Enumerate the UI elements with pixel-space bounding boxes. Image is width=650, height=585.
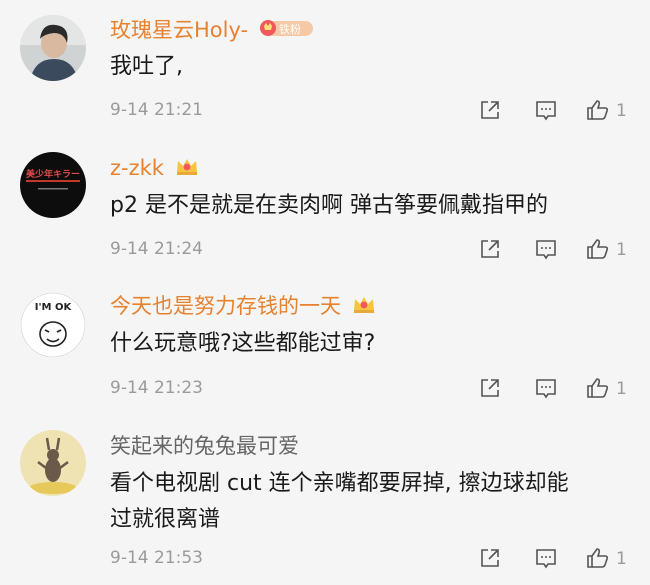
- like-button[interactable]: 1: [586, 546, 636, 572]
- share-icon: [481, 549, 499, 567]
- timestamp: 9-14 21:53: [110, 548, 203, 568]
- timestamp: 9-14 21:23: [110, 378, 203, 398]
- avatar[interactable]: I'M OK: [20, 292, 86, 358]
- share-button[interactable]: [478, 546, 504, 572]
- rabbit-figure-avatar: [20, 430, 86, 496]
- comment-text: 我吐了,: [110, 49, 183, 85]
- person-photo-icon: [20, 15, 86, 81]
- comment-icon: [536, 549, 556, 569]
- vip-crown-badge: [175, 155, 199, 183]
- reply-button[interactable]: [534, 237, 560, 263]
- like-count: 1: [616, 549, 627, 569]
- svg-text:美少年キラー: 美少年キラー: [26, 168, 80, 180]
- like-button[interactable]: 1: [586, 376, 636, 402]
- username-text[interactable]: 玫瑰星云Holy-: [110, 18, 248, 42]
- timestamp: 9-14 21:21: [110, 100, 203, 120]
- like-button[interactable]: 1: [586, 98, 636, 124]
- comment-text-line: p2 是不是就是在卖肉啊 弹古筝要佩戴指甲的: [110, 193, 548, 218]
- username[interactable]: 笑起来的兔兔最可爱: [110, 432, 299, 460]
- svg-text:I'M OK: I'M OK: [35, 302, 73, 313]
- comment-text: 什么玩意哦?这些都能过审?: [110, 326, 375, 362]
- avatar[interactable]: 美少年キラー: [20, 152, 86, 218]
- share-button[interactable]: [478, 376, 504, 402]
- share-icon: [481, 101, 499, 119]
- username[interactable]: 玫瑰星云Holy- 铁粉: [110, 16, 315, 45]
- share-button[interactable]: [478, 237, 504, 263]
- share-icon: [481, 379, 499, 397]
- comment-icon: [536, 101, 556, 121]
- thumbs-up-icon: [587, 239, 609, 259]
- like-count: 1: [616, 240, 627, 260]
- comment-text: p2 是不是就是在卖肉啊 弹古筝要佩戴指甲的: [110, 188, 548, 224]
- like-count: 1: [616, 379, 627, 399]
- comment-icon: [536, 379, 556, 399]
- comment-text-line: 看个电视剧 cut 连个亲嘴都要屏掉, 擦边球却能: [110, 471, 569, 496]
- username-text[interactable]: z-zkk: [110, 156, 164, 180]
- username[interactable]: 今天也是努力存钱的一天: [110, 292, 376, 321]
- timestamp: 9-14 21:24: [110, 239, 203, 259]
- fan-badge: 铁粉: [259, 17, 315, 45]
- vip-crown-badge: [352, 293, 376, 321]
- comment-feed: 玫瑰星云Holy- 铁粉 我吐了, 9-14 21:21 1 美少年キラー z-…: [0, 0, 650, 585]
- comment-icon: [536, 240, 556, 260]
- comment-meta: 9-14 21:23 1: [110, 374, 630, 402]
- comment-text-line: 过就很离谱: [110, 507, 221, 532]
- thumbs-up-icon: [587, 548, 609, 568]
- like-count: 1: [616, 101, 627, 121]
- avatar[interactable]: [20, 15, 86, 81]
- svg-text:铁粉: 铁粉: [279, 23, 301, 36]
- avatar[interactable]: [20, 430, 86, 496]
- comment-meta: 9-14 21:21 1: [110, 96, 630, 124]
- thumbs-up-icon: [587, 100, 609, 120]
- black-logo-avatar: 美少年キラー: [20, 152, 86, 218]
- reply-button[interactable]: [534, 376, 560, 402]
- thumbs-up-icon: [587, 378, 609, 398]
- meme-face-avatar: I'M OK: [20, 292, 86, 358]
- reply-button[interactable]: [534, 546, 560, 572]
- comment-meta: 9-14 21:24 1: [110, 235, 630, 263]
- comment-text: 看个电视剧 cut 连个亲嘴都要屏掉, 擦边球却能 过就很离谱: [110, 466, 569, 538]
- reply-button[interactable]: [534, 98, 560, 124]
- crown-icon: [353, 297, 374, 313]
- comment-meta: 9-14 21:53 1: [110, 544, 630, 572]
- fan-badge-icon: 铁粉: [259, 20, 313, 36]
- crown-icon: [176, 159, 197, 175]
- comment-text-line: 什么玩意哦?这些都能过审?: [110, 331, 376, 356]
- comment-text-line: 我吐了,: [110, 54, 183, 79]
- username-text[interactable]: 今天也是努力存钱的一天: [110, 294, 341, 318]
- username-text[interactable]: 笑起来的兔兔最可爱: [110, 434, 299, 458]
- username[interactable]: z-zkk: [110, 154, 199, 183]
- like-button[interactable]: 1: [586, 237, 636, 263]
- share-button[interactable]: [478, 98, 504, 124]
- share-icon: [481, 240, 499, 258]
